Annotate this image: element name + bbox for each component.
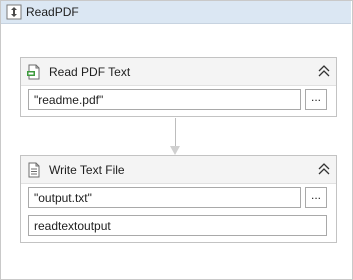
text-file-icon [28,162,40,177]
pdf-file-name-input[interactable]: "readme.pdf" [28,89,301,110]
text-to-write-input[interactable]: readtextoutput [28,215,327,236]
read-pdf-text-header[interactable]: Read PDF Text [21,58,336,86]
sequence-title: ReadPDF [26,5,79,19]
flow-arrow-icon [170,146,180,155]
write-text-file-header[interactable]: Write Text File [21,156,336,184]
browse-pdf-button[interactable]: ... [305,89,327,110]
double-chevron-up-icon[interactable] [317,64,331,78]
flow-connector-line [175,118,176,146]
sequence-header[interactable]: ReadPDF [1,1,351,24]
output-file-name-input[interactable]: "output.txt" [28,187,301,208]
write-text-file-title: Write Text File [49,162,125,177]
read-pdf-text-title: Read PDF Text [49,64,131,79]
browse-output-button[interactable]: ... [305,187,327,208]
double-chevron-up-icon[interactable] [317,162,331,176]
pdf-document-icon [27,64,40,79]
collapse-sequence-icon[interactable] [6,4,22,20]
